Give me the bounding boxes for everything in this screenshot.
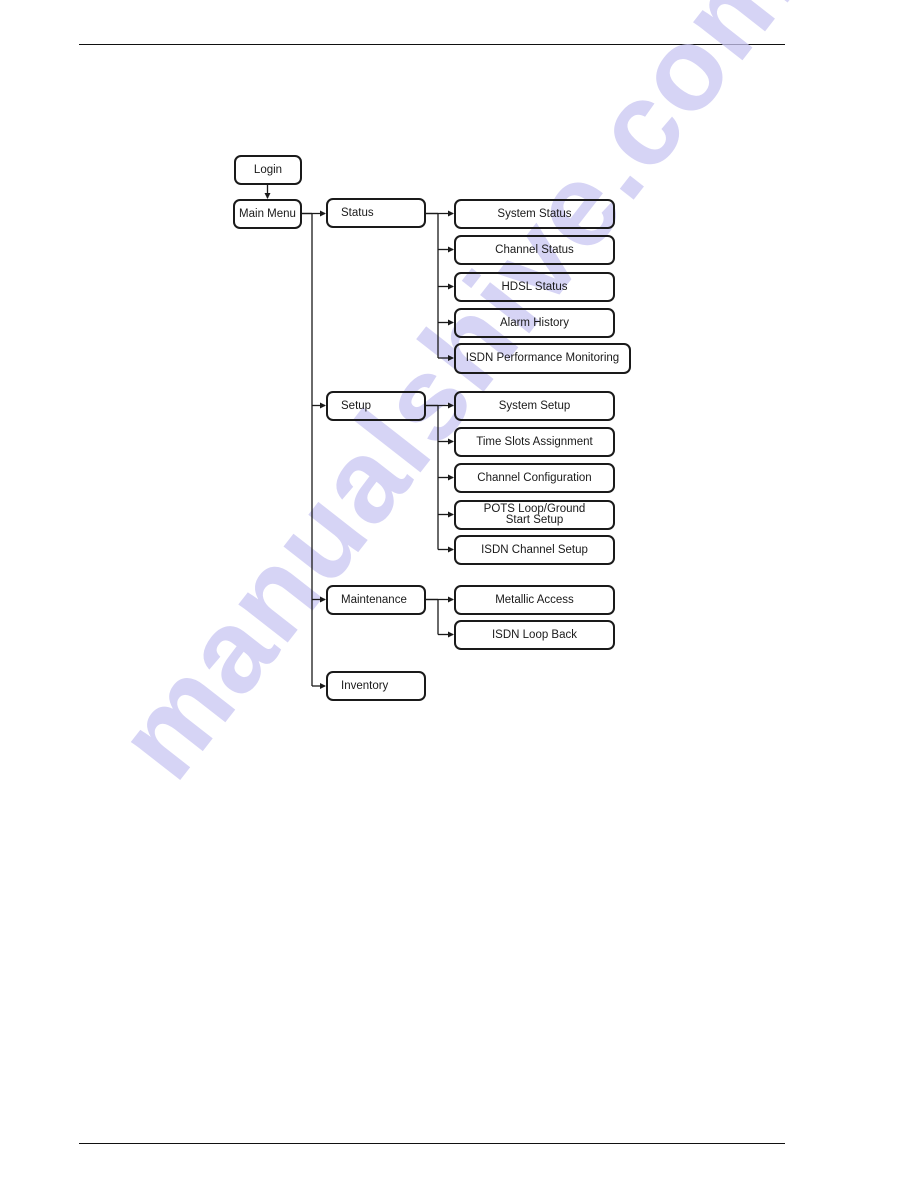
- node-label: HDSL Status: [501, 280, 568, 293]
- node-label: ISDN Loop Back: [491, 628, 577, 641]
- node-maintenance-label: Maintenance: [341, 593, 407, 606]
- node-inventory-label: Inventory: [341, 679, 389, 692]
- node-isdn-channel-setup: ISDN Channel Setup: [454, 535, 615, 565]
- node-hdsl-status: HDSL Status: [454, 272, 615, 302]
- node-label: Time Slots Assignment: [476, 435, 593, 448]
- node-system-setup: System Setup: [454, 391, 615, 421]
- node-label: Channel Configuration: [477, 471, 592, 484]
- node-maintenance: Maintenance: [326, 585, 426, 615]
- node-isdn-performance-monitoring: ISDN Performance Monitoring: [454, 343, 631, 374]
- node-setup: Setup: [326, 391, 426, 421]
- node-setup-label: Setup: [341, 399, 372, 412]
- node-channel-status: Channel Status: [454, 235, 615, 265]
- node-login: Login: [234, 155, 302, 185]
- node-status: Status: [326, 198, 426, 228]
- node-main-menu: Main Menu: [233, 199, 302, 229]
- node-label-line-2: Start Setup: [505, 514, 564, 526]
- node-label: Channel Status: [495, 243, 574, 256]
- node-label: System Setup: [498, 399, 571, 412]
- node-status-label: Status: [341, 206, 374, 219]
- node-pots-loop-ground-start-setup: POTS Loop/Ground Start Setup: [454, 500, 615, 530]
- node-isdn-loop-back: ISDN Loop Back: [454, 620, 615, 650]
- node-channel-configuration: Channel Configuration: [454, 463, 615, 493]
- node-label: System Status: [497, 207, 572, 220]
- node-label: Metallic Access: [495, 593, 574, 606]
- node-label: ISDN Channel Setup: [481, 543, 588, 556]
- node-label: Alarm History: [499, 316, 569, 329]
- node-time-slots-assignment: Time Slots Assignment: [454, 427, 615, 457]
- node-alarm-history: Alarm History: [454, 308, 615, 338]
- node-inventory: Inventory: [326, 671, 426, 701]
- node-main-menu-label: Main Menu: [239, 207, 296, 220]
- node-label: ISDN Performance Monitoring: [465, 352, 620, 364]
- node-login-label: Login: [253, 163, 283, 176]
- node-system-status: System Status: [454, 199, 615, 229]
- node-metallic-access: Metallic Access: [454, 585, 615, 615]
